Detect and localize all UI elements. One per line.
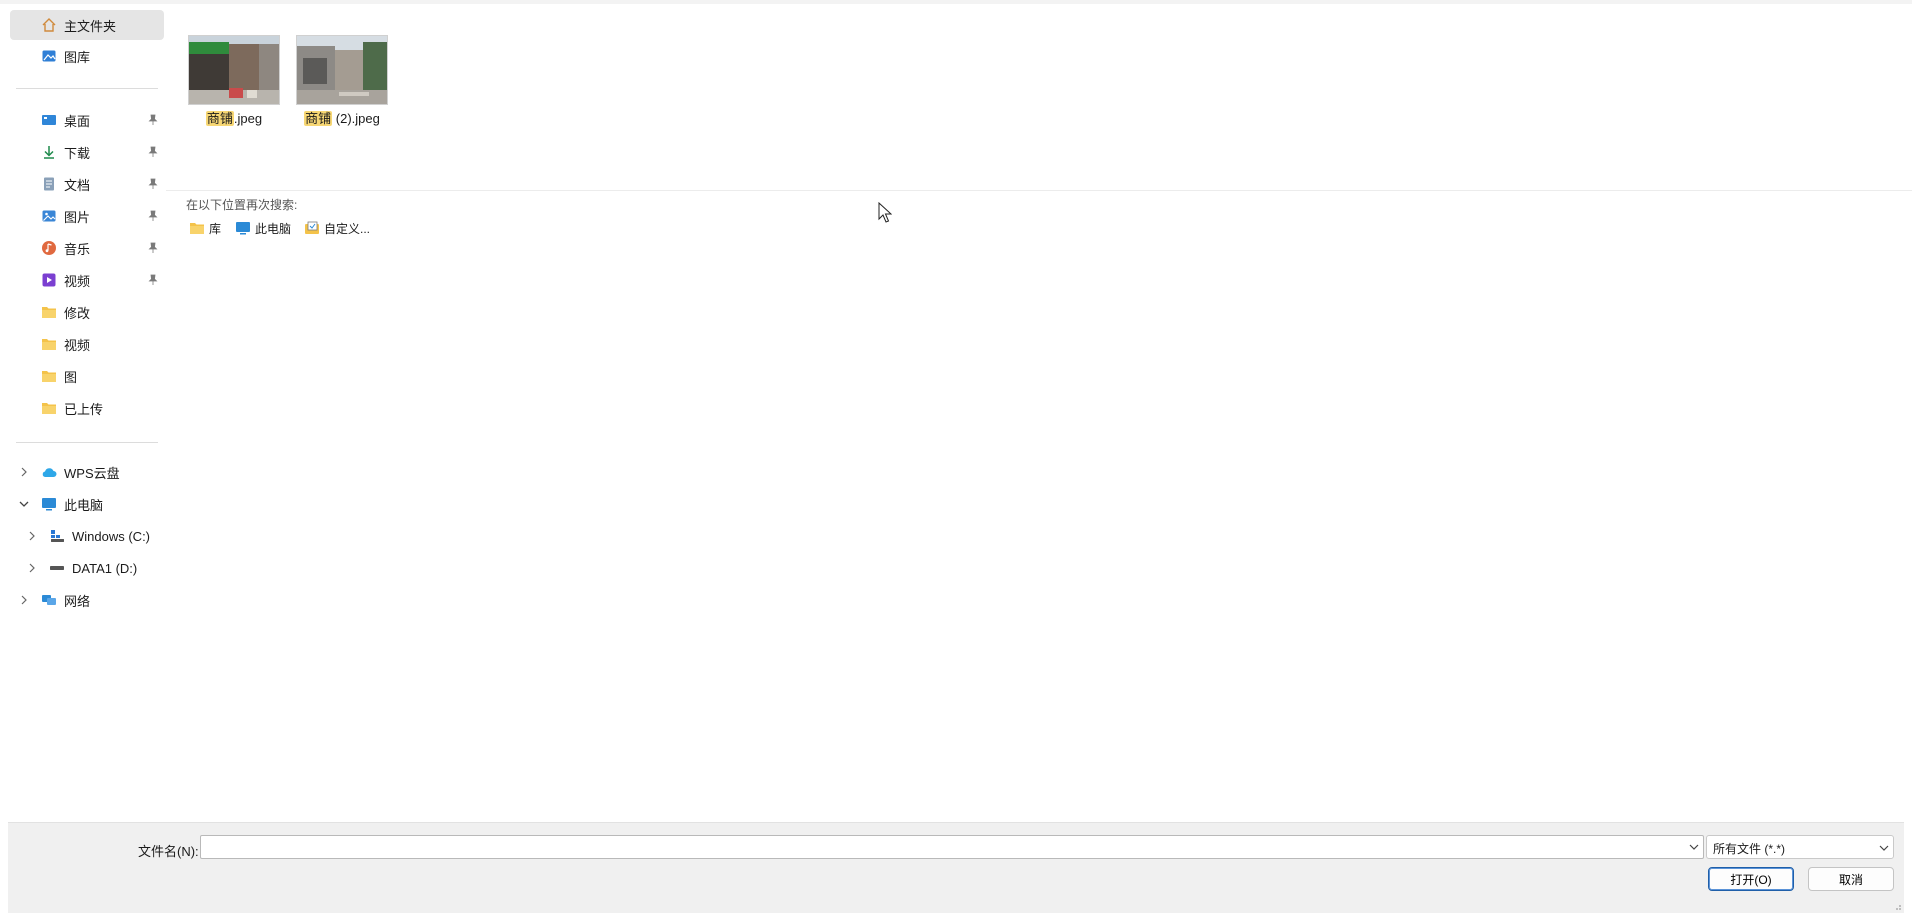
dialog-footer: 文件名(N): 所有文件 (*.*) 打开(O) 取消 — [8, 822, 1904, 913]
pin-icon[interactable] — [148, 210, 158, 222]
folder-icon — [40, 303, 58, 321]
pin-icon[interactable] — [148, 146, 158, 158]
search-match-highlight: 商铺 — [205, 111, 234, 126]
drive-icon — [48, 559, 66, 577]
search-match-highlight: 商铺 — [304, 111, 333, 126]
tree-item-wps-cloud[interactable]: WPS云盘 — [10, 457, 164, 487]
tree-item-drive-c[interactable]: Windows (C:) — [18, 521, 164, 551]
tree-item-label: DATA1 (D:) — [72, 560, 138, 576]
sidebar-item-label: 修改 — [64, 305, 91, 321]
tree-item-label: 网络 — [64, 593, 91, 609]
sidebar-divider — [16, 442, 158, 443]
document-icon — [40, 175, 58, 193]
sidebar-item-label: 主文件夹 — [64, 18, 117, 34]
home-icon — [40, 16, 58, 34]
gallery-icon — [40, 47, 58, 65]
sidebar-item-label: 图库 — [64, 49, 91, 65]
sidebar-item-folder-image[interactable]: 图 — [10, 361, 164, 391]
folder-icon — [40, 399, 58, 417]
sidebar-item-label: 图片 — [64, 209, 91, 225]
chevron-right-icon[interactable] — [26, 562, 38, 574]
download-icon — [40, 143, 58, 161]
computer-icon — [40, 495, 58, 513]
sidebar-item-label: 图 — [64, 369, 78, 385]
search-location-label: 自定义... — [324, 221, 371, 236]
folder-icon — [40, 335, 58, 353]
sidebar-item-home[interactable]: 主文件夹 — [10, 10, 164, 40]
sidebar-item-pictures[interactable]: 图片 — [10, 201, 164, 231]
file-item[interactable]: 商铺.jpeg — [188, 35, 280, 127]
tree-item-drive-d[interactable]: DATA1 (D:) — [18, 553, 164, 583]
custom-location-icon — [303, 220, 321, 236]
file-name-rest: .jpeg — [233, 111, 263, 126]
search-again-label: 在以下位置再次搜索: — [186, 198, 298, 212]
tree-item-label: WPS云盘 — [64, 465, 120, 481]
filename-combobox[interactable] — [200, 835, 1704, 859]
pin-icon[interactable] — [148, 114, 158, 126]
pin-icon[interactable] — [148, 274, 158, 286]
pictures-icon — [40, 207, 58, 225]
desktop-icon — [40, 111, 58, 129]
search-location-library[interactable]: 库 — [188, 218, 221, 238]
filename-input[interactable] — [205, 837, 1689, 859]
sidebar-item-gallery[interactable]: 图库 — [10, 41, 164, 71]
search-location-custom[interactable]: 自定义... — [303, 218, 370, 238]
library-folder-icon — [188, 220, 206, 236]
sidebar-item-documents[interactable]: 文档 — [10, 169, 164, 199]
sidebar-item-label: 桌面 — [64, 113, 91, 129]
chevron-right-icon[interactable] — [26, 530, 38, 542]
thumbnail-image — [296, 35, 388, 105]
windows-drive-icon — [48, 527, 66, 545]
chevron-down-icon[interactable] — [18, 498, 30, 510]
folder-icon — [40, 367, 58, 385]
filename-label: 文件名(N): — [138, 844, 199, 859]
sidebar-item-folder-uploaded[interactable]: 已上传 — [10, 393, 164, 423]
tree-item-label: Windows (C:) — [72, 528, 151, 544]
filetype-select[interactable]: 所有文件 (*.*) — [1706, 835, 1894, 859]
chevron-right-icon[interactable] — [18, 594, 30, 606]
thumbnail-image — [188, 35, 280, 105]
sidebar-item-downloads[interactable]: 下载 — [10, 137, 164, 167]
tree-item-label: 此电脑 — [64, 497, 104, 513]
sidebar-item-folder-modify[interactable]: 修改 — [10, 297, 164, 327]
network-icon — [40, 591, 58, 609]
tree-item-this-pc[interactable]: 此电脑 — [10, 489, 164, 519]
navigation-pane: 主文件夹 图库 桌面 下载 文档 图片 音乐 视频 修改 视频 图 已上传 WP… — [0, 4, 166, 822]
pin-icon[interactable] — [148, 178, 158, 190]
search-location-label: 库 — [209, 221, 222, 236]
search-location-label: 此电脑 — [255, 221, 292, 236]
pin-icon[interactable] — [148, 242, 158, 254]
chevron-down-icon — [1879, 841, 1889, 855]
sidebar-item-label: 音乐 — [64, 241, 91, 257]
filetype-value: 所有文件 (*.*) — [1713, 842, 1786, 856]
sidebar-item-label: 文档 — [64, 177, 91, 193]
sidebar-item-music[interactable]: 音乐 — [10, 233, 164, 263]
sidebar-item-videos[interactable]: 视频 — [10, 265, 164, 295]
resize-grip-icon[interactable] — [1892, 901, 1902, 911]
sidebar-item-label: 下载 — [64, 145, 91, 161]
mouse-cursor-icon — [878, 202, 892, 223]
sidebar-divider — [16, 88, 158, 89]
chevron-right-icon[interactable] — [18, 466, 30, 478]
tree-item-network[interactable]: 网络 — [10, 585, 164, 615]
cloud-icon — [40, 463, 58, 481]
file-name: 商铺 (2).jpeg — [296, 108, 388, 127]
file-name-rest: (2).jpeg — [332, 111, 380, 126]
section-divider — [166, 190, 1912, 191]
sidebar-item-label: 已上传 — [64, 401, 104, 417]
open-button[interactable]: 打开(O) — [1708, 867, 1794, 891]
file-name: 商铺.jpeg — [188, 108, 280, 127]
videos-icon — [40, 271, 58, 289]
sidebar-item-label: 视频 — [64, 273, 91, 289]
cancel-button[interactable]: 取消 — [1808, 867, 1894, 891]
file-list-pane: 商铺.jpeg 商铺 (2).jpeg 在以下位置再次搜索: 库 此电脑 自定义… — [166, 4, 1912, 822]
file-item[interactable]: 商铺 (2).jpeg — [296, 35, 388, 127]
sidebar-item-desktop[interactable]: 桌面 — [10, 105, 164, 135]
search-location-this-pc[interactable]: 此电脑 — [234, 218, 291, 238]
chevron-down-icon[interactable] — [1687, 840, 1701, 854]
computer-icon — [234, 220, 252, 236]
sidebar-item-label: 视频 — [64, 337, 91, 353]
sidebar-item-folder-videos[interactable]: 视频 — [10, 329, 164, 359]
music-icon — [40, 239, 58, 257]
